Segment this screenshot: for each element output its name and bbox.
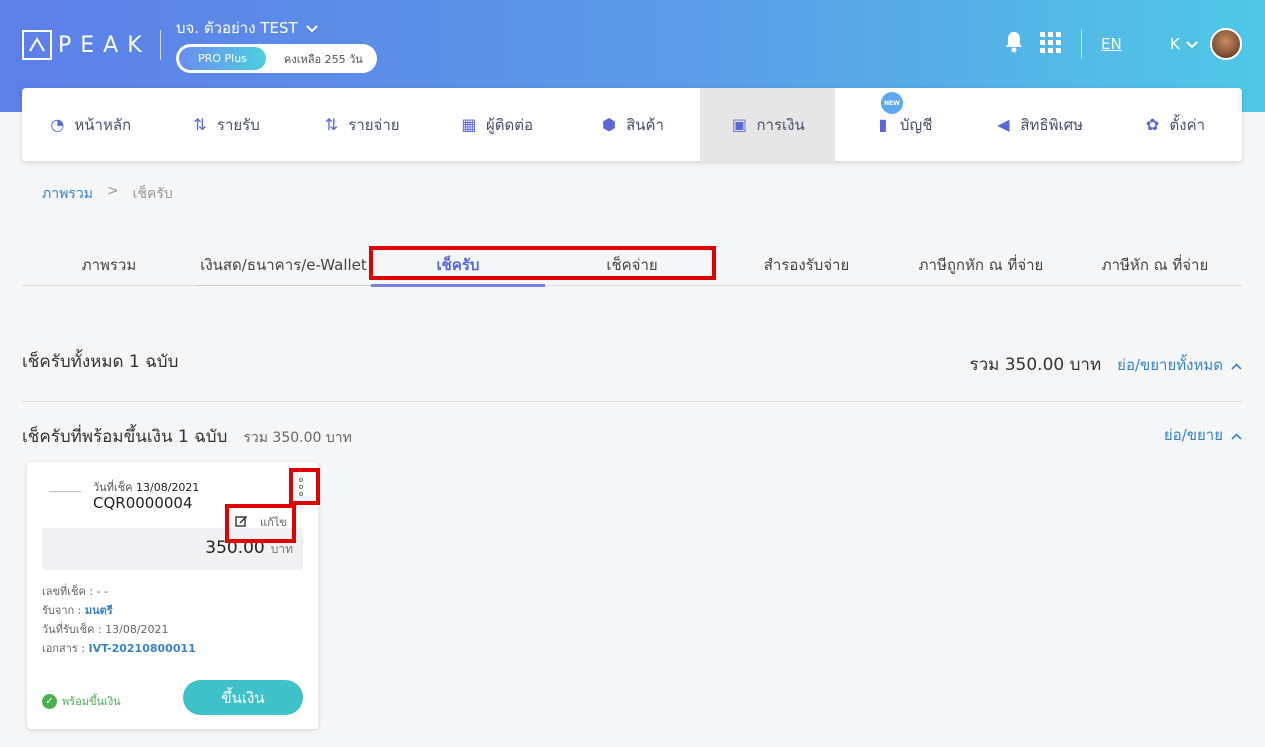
dashboard-icon: ◔	[50, 115, 65, 134]
chevron-up-icon	[1231, 426, 1242, 444]
logo-text: PEAK	[58, 32, 151, 58]
collapse-all-label: ย่อ/ขยายทั้งหมด	[1117, 355, 1223, 374]
received-from-info: รับจาก : มนตรี	[42, 601, 113, 619]
nav-item-home[interactable]: ◔ หน้าหลัก	[22, 88, 158, 161]
breadcrumb-root[interactable]: ภาพรวม	[42, 183, 93, 205]
active-tab-indicator	[371, 284, 545, 287]
header-divider	[1081, 29, 1082, 59]
nav-label: การเงิน	[756, 115, 805, 134]
tab-petty-cash[interactable]: สำรองรับจ่าย	[719, 244, 894, 286]
megaphone-icon: ◀	[997, 115, 1010, 134]
collapse-group-label: ย่อ/ขยาย	[1163, 426, 1223, 444]
breadcrumb-current: เช็ครับ	[132, 186, 173, 202]
nav-item-income[interactable]: ⇅ รายรับ	[158, 88, 294, 161]
gear-icon: ✿	[1145, 115, 1160, 134]
tab-withholding-tax[interactable]: ภาษีหัก ณ ที่จ่าย	[1068, 244, 1242, 286]
chevron-down-icon	[1186, 35, 1198, 53]
nav-item-finance[interactable]: ▣ การเงิน	[699, 88, 836, 161]
nav-item-accounting[interactable]: ▮ บัญชี NEW	[835, 88, 971, 161]
nav-item-privileges[interactable]: ◀ สิทธิพิเศษ	[971, 88, 1107, 161]
bell-icon[interactable]	[1004, 31, 1024, 57]
cheque-card: วันที่เช็ค 13/08/2021 CQR0000004 แก้ไข 3…	[27, 462, 318, 729]
company-name: บจ. ตัวอย่าง TEST	[176, 19, 298, 37]
apps-grid-icon[interactable]	[1040, 32, 1061, 57]
status-label: พร้อมขึ้นเงิน	[62, 695, 121, 708]
nav-label: หน้าหลัก	[74, 115, 132, 134]
nav-label: บัญชี	[899, 115, 933, 134]
received-date-info: วันที่รับเช็ค : 13/08/2021	[42, 623, 169, 636]
expense-icon: ⇅	[324, 115, 338, 134]
cash-cheque-button[interactable]: ขึ้นเงิน	[183, 680, 303, 715]
plan-badge: PRO Plus	[179, 47, 266, 70]
group-subtotal: รวม 350.00 บาท	[243, 430, 352, 446]
summary-title: เช็ครับทั้งหมด 1 ฉบับ	[22, 352, 179, 372]
company-selector[interactable]: บจ. ตัวอย่าง TEST	[176, 16, 318, 40]
nav-item-products[interactable]: ⬢ สินค้า	[564, 88, 700, 161]
group-header: เช็ครับที่พร้อมขึ้นเงิน 1 ฉบับ รวม 350.0…	[22, 423, 352, 450]
tab-overview[interactable]: ภาพรวม	[22, 244, 196, 286]
document-label: เอกสาร :	[42, 642, 89, 655]
main-nav: ◔ หน้าหลัก ⇅ รายรับ ⇅ รายจ่าย ▦ ผู้ติดต่อ ⬢ ส…	[22, 88, 1242, 161]
cheque-no-info: เลขที่เช็ค : - -	[42, 585, 108, 598]
nav-label: รายรับ	[216, 115, 260, 134]
nav-item-settings[interactable]: ✿ ตั้งค่า	[1107, 88, 1243, 161]
language-switch[interactable]: EN	[1101, 35, 1122, 53]
group-title: เช็ครับที่พร้อมขึ้นเงิน 1 ฉบับ	[22, 427, 228, 447]
tab-cash-bank[interactable]: เงินสด/ธนาคาร/e-Wallet	[196, 244, 371, 286]
summary-actions: รวม 350.00 บาท ย่อ/ขยายทั้งหมด	[969, 351, 1242, 378]
chevron-up-icon	[1231, 356, 1242, 374]
peak-logo[interactable]: PEAK	[22, 30, 151, 60]
product-box-icon: ⬢	[602, 115, 617, 134]
plan-status[interactable]: PRO Plus คงเหลือ 255 วัน	[176, 44, 377, 73]
highlight-box	[225, 504, 296, 543]
cheque-number[interactable]: CQR0000004	[93, 494, 193, 512]
nav-item-contacts[interactable]: ▦ ผู้ติดต่อ	[429, 88, 565, 161]
accounting-book-icon: ▮	[878, 115, 888, 134]
logo-mark-icon	[22, 30, 52, 60]
user-initial: K	[1170, 35, 1180, 53]
cheque-date-value: 13/08/2021	[136, 481, 200, 494]
nav-label: ผู้ติดต่อ	[485, 115, 533, 134]
section-divider	[22, 401, 1242, 402]
breadcrumb-separator: >	[106, 183, 119, 199]
document-link[interactable]: IVT-20210800011	[89, 642, 196, 655]
chevron-down-icon	[305, 19, 318, 37]
avatar[interactable]	[1210, 28, 1242, 60]
collapse-all-button[interactable]: ย่อ/ขยายทั้งหมด	[1117, 353, 1242, 377]
collapse-group-button[interactable]: ย่อ/ขยาย	[1164, 423, 1242, 447]
check-circle-icon: ✓	[42, 693, 57, 709]
contacts-icon: ▦	[461, 115, 477, 134]
breadcrumb: ภาพรวม > เช็ครับ	[42, 183, 173, 205]
highlight-box	[369, 246, 716, 280]
logo-divider	[160, 30, 161, 60]
user-menu[interactable]: K	[1170, 35, 1198, 53]
nav-label: ตั้งค่า	[1169, 115, 1206, 134]
money-icon: ▣	[731, 115, 748, 134]
received-from-label: รับจาก :	[42, 604, 85, 617]
new-badge: NEW	[880, 92, 903, 114]
tab-withholding-tax-deducted[interactable]: ภาษีถูกหัก ณ ที่จ่าย	[894, 244, 1068, 286]
income-icon: ⇅	[193, 115, 207, 134]
nav-item-expense[interactable]: ⇅ รายจ่าย	[293, 88, 429, 161]
card-divider	[49, 491, 81, 492]
cheque-date-label: วันที่เช็ค	[93, 481, 133, 494]
nav-label: รายจ่าย	[348, 115, 400, 134]
document-info: เอกสาร : IVT-20210800011	[42, 639, 196, 657]
plan-days-remaining: คงเหลือ 255 วัน	[284, 52, 363, 66]
summary-total: รวม 350.00 บาท	[969, 355, 1102, 375]
nav-label: สินค้า	[626, 115, 664, 134]
received-from-value[interactable]: มนตรี	[85, 604, 113, 617]
highlight-box	[289, 468, 320, 505]
nav-label: สิทธิพิเศษ	[1020, 115, 1084, 134]
status-badge: ✓ พร้อมขึ้นเงิน	[42, 692, 121, 710]
